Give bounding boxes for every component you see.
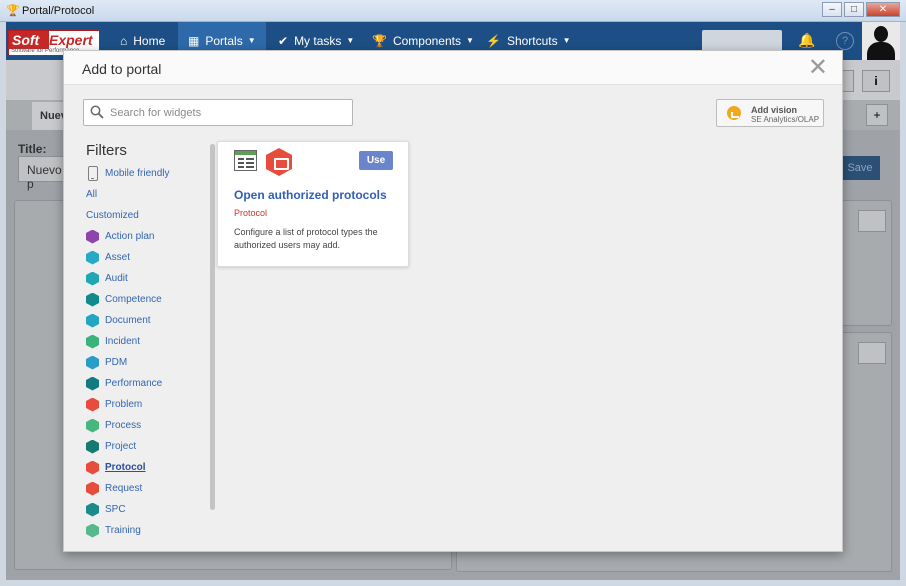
add-vision-button[interactable]: Add vision SE Analytics/OLAP [716,99,824,127]
table-icon [234,150,257,171]
filter-protocol[interactable]: Protocol [86,457,206,478]
search-input[interactable] [110,102,346,123]
filter-label: Competence [105,294,162,305]
filter-label: Project [105,441,137,452]
competence-icon [86,292,99,307]
title-label: Title: [18,142,47,156]
widget-search[interactable] [83,99,353,126]
close-icon[interactable]: ✕ [808,55,828,81]
filter-label: Audit [105,273,128,284]
problem-icon [86,397,99,412]
add-to-portal-dialog: Add to portal ✕ Add vision SE Analytics/… [63,50,843,552]
filter-label: Protocol [105,462,146,473]
filter-asset[interactable]: Asset [86,247,206,268]
filter-incident[interactable]: Incident [86,331,206,352]
filter-label: Customized [86,210,139,221]
filters-heading: Filters [86,142,127,159]
bell-icon[interactable]: 🔔 [798,32,815,49]
filter-label: Training [105,525,141,536]
filter-label: PDM [105,357,128,368]
filter-document[interactable]: Document [86,310,206,331]
filter-label: Problem [105,399,143,410]
logo-expert: Expert [49,32,93,48]
chart-icon [727,106,741,120]
use-button[interactable]: Use [359,151,393,170]
filter-label: Mobile friendly [105,168,170,179]
filter-action-plan[interactable]: Action plan [86,226,206,247]
info-button[interactable]: i [862,70,890,92]
maximize-button[interactable]: □ [844,2,864,17]
filter-all[interactable]: All [86,184,206,205]
pdm-icon [86,355,99,370]
incident-icon [86,334,99,349]
training-icon [86,523,99,538]
filter-mobile-friendly[interactable]: Mobile friendly [86,163,206,184]
performance-icon [86,376,99,391]
filter-request[interactable]: Request [86,478,206,499]
audit-icon [86,271,99,286]
window-titlebar: 🏆 Portal/Protocol – □ ✕ [0,0,906,22]
filter-label: Incident [105,336,141,347]
mobile-icon [88,166,98,181]
widget-card[interactable]: Use Open authorized protocols Protocol C… [217,141,409,267]
avatar[interactable] [862,22,900,60]
filter-problem[interactable]: Problem [86,394,206,415]
filter-label: All [86,189,98,200]
filter-performance[interactable]: Performance [86,373,206,394]
protocol-icon [266,148,292,176]
filter-label: Action plan [105,231,155,242]
dialog-title: Add to portal [82,61,162,77]
filter-customized[interactable]: Customized [86,205,206,226]
filter-label: Performance [105,378,163,389]
window-title: Portal/Protocol [22,4,95,17]
document-icon [86,313,99,328]
logo-soft: Soft [9,31,49,49]
filter-list: Mobile friendly All Customized Action pl… [86,163,206,541]
bg-panel-button[interactable] [858,210,886,232]
minimize-button[interactable]: – [822,2,842,17]
filter-label: SPC [105,504,126,515]
save-button[interactable]: Save [840,156,880,180]
bg-panel-button[interactable] [858,342,886,364]
filter-process[interactable]: Process [86,415,206,436]
protocol-icon [86,460,99,475]
filter-label: Document [105,315,151,326]
filter-label: Asset [105,252,131,263]
filter-spc[interactable]: SPC [86,499,206,520]
asset-icon [86,250,99,265]
widget-name[interactable]: Open authorized protocols [234,188,387,202]
filter-competence[interactable]: Competence [86,289,206,310]
nav-search-input[interactable] [702,30,782,52]
filter-project[interactable]: Project [86,436,206,457]
help-icon[interactable]: ? [836,32,854,50]
dialog-header: Add to portal ✕ [64,51,842,85]
add-vision-subtitle: SE Analytics/OLAP [751,115,820,124]
search-icon [90,105,104,119]
add-tab-button[interactable]: + [866,104,888,126]
filter-label: Process [105,420,142,431]
filter-audit[interactable]: Audit [86,268,206,289]
window-controls: – □ ✕ [820,2,900,17]
action-plan-icon [86,229,99,244]
project-icon [86,439,99,454]
request-icon [86,481,99,496]
spc-icon [86,502,99,517]
trophy-icon: 🏆 [6,4,20,17]
window-close-button[interactable]: ✕ [866,2,900,17]
add-vision-title: Add vision [751,105,798,115]
process-icon [86,418,99,433]
filter-label: Request [105,483,143,494]
filter-training[interactable]: Training [86,520,206,541]
widget-category: Protocol [234,208,268,218]
widget-description: Configure a list of protocol types the a… [234,227,378,250]
filter-pdm[interactable]: PDM [86,352,206,373]
filters-scrollbar[interactable] [210,144,215,510]
